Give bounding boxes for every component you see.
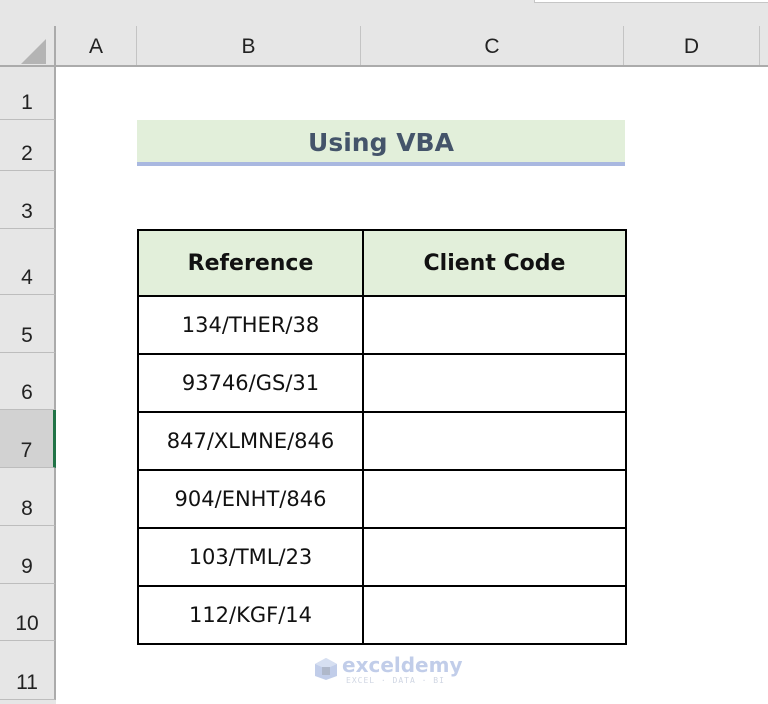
header-client-code[interactable]: Client Code <box>362 229 627 297</box>
row-header-2[interactable]: 2 <box>0 120 56 171</box>
reference-cell[interactable]: 904/ENHT/846 <box>137 469 364 529</box>
reference-table: Reference Client Code 134/THER/38 93746/… <box>137 229 627 645</box>
row-number: 6 <box>21 381 33 404</box>
table-row: 93746/GS/31 <box>137 353 627 413</box>
watermark-tagline: EXCEL · DATA · BI <box>346 676 445 685</box>
row-number: 8 <box>21 497 33 520</box>
table-row: 103/TML/23 <box>137 527 627 587</box>
row-header-11[interactable]: 11 <box>0 641 56 700</box>
client-code-cell[interactable] <box>362 585 627 645</box>
select-all-triangle-icon <box>21 39 46 64</box>
column-header-a[interactable]: A <box>56 26 137 65</box>
watermark-name: exceldemy <box>342 653 463 677</box>
row-header-1[interactable]: 1 <box>0 67 56 120</box>
row-number: 2 <box>21 142 33 165</box>
sheet-title[interactable]: Using VBA <box>137 120 625 166</box>
reference-cell[interactable]: 134/THER/38 <box>137 295 364 355</box>
client-code-cell[interactable] <box>362 527 627 587</box>
row-header-8[interactable]: 8 <box>0 468 56 526</box>
reference-cell[interactable]: 103/TML/23 <box>137 527 364 587</box>
row-header-10[interactable]: 10 <box>0 584 56 641</box>
table-row: 134/THER/38 <box>137 295 627 355</box>
row-number: 10 <box>15 612 39 635</box>
row-number: 3 <box>21 200 33 223</box>
formula-input[interactable] <box>534 0 768 3</box>
column-header-c[interactable]: C <box>361 26 624 65</box>
row-header-6[interactable]: 6 <box>0 353 56 410</box>
column-header-b[interactable]: B <box>137 26 361 65</box>
row-number: 7 <box>20 439 33 462</box>
select-all-button[interactable] <box>0 26 56 65</box>
row-header-5[interactable]: 5 <box>0 295 56 353</box>
table-header-row: Reference Client Code <box>137 229 627 297</box>
reference-cell[interactable]: 847/XLMNE/846 <box>137 411 364 471</box>
row-header-4[interactable]: 4 <box>0 229 56 295</box>
row-header-7-selected[interactable]: 7 <box>0 410 56 468</box>
worksheet-grid[interactable]: Using VBA Reference Client Code 134/THER… <box>56 67 768 704</box>
client-code-cell[interactable] <box>362 295 627 355</box>
row-number: 11 <box>16 671 38 694</box>
column-header-d[interactable]: D <box>624 26 760 65</box>
row-number: 5 <box>21 324 33 347</box>
table-row: 847/XLMNE/846 <box>137 411 627 471</box>
excel-window: A B C D 1 2 3 4 5 6 7 8 9 10 11 Using VB… <box>0 0 768 704</box>
reference-cell[interactable]: 93746/GS/31 <box>137 353 364 413</box>
column-headers: A B C D <box>0 26 768 67</box>
reference-cell[interactable]: 112/KGF/14 <box>137 585 364 645</box>
client-code-cell[interactable] <box>362 353 627 413</box>
row-header-9[interactable]: 9 <box>0 526 56 584</box>
formula-bar-area <box>0 0 768 26</box>
row-header-3[interactable]: 3 <box>0 171 56 229</box>
table-row: 904/ENHT/846 <box>137 469 627 529</box>
client-code-cell[interactable] <box>362 469 627 529</box>
row-number: 1 <box>21 91 33 114</box>
client-code-cell[interactable] <box>362 411 627 471</box>
row-number: 9 <box>21 555 33 578</box>
table-row: 112/KGF/14 <box>137 585 627 645</box>
exceldemy-logo-icon <box>315 658 337 680</box>
header-reference[interactable]: Reference <box>137 229 364 297</box>
row-number: 4 <box>21 266 33 289</box>
exceldemy-watermark: exceldemy EXCEL · DATA · BI <box>312 653 463 689</box>
